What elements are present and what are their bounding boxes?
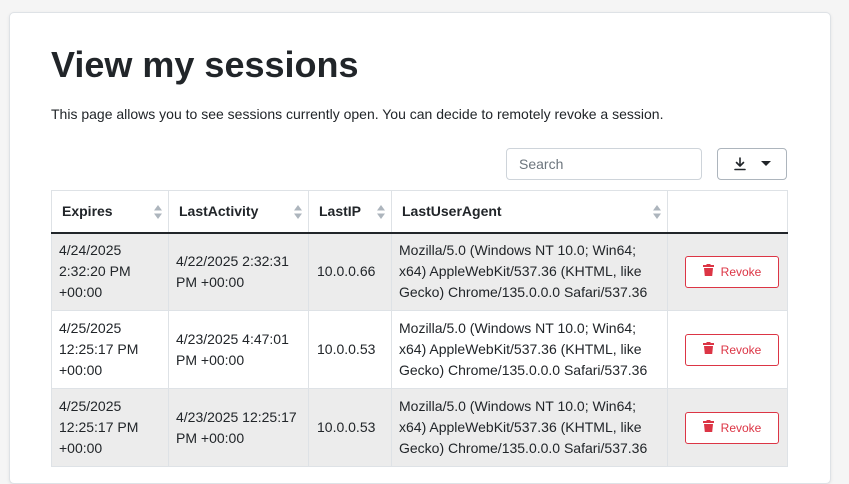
page-title: View my sessions — [51, 44, 359, 85]
cell-actions: Revoke — [667, 388, 788, 467]
cell-last-activity: 4/22/2025 2:32:31 PM +00:00 — [168, 232, 309, 311]
cell-actions: Revoke — [667, 232, 788, 311]
cell-expires: 4/25/2025 12:25:17 PM +00:00 — [51, 388, 169, 467]
table-row: 4/25/2025 12:25:17 PM +00:00 4/23/2025 1… — [51, 388, 788, 467]
cell-user-agent: Mozilla/5.0 (Windows NT 10.0; Win64; x64… — [391, 310, 668, 389]
cell-actions: Revoke — [667, 310, 788, 389]
sort-icon — [376, 204, 386, 223]
trash-icon — [702, 420, 714, 435]
column-header-expires[interactable]: Expires — [51, 190, 169, 234]
cell-last-ip: 10.0.0.53 — [308, 388, 392, 467]
cell-last-activity: 4/23/2025 12:25:17 PM +00:00 — [168, 388, 309, 467]
cell-last-activity: 4/23/2025 4:47:01 PM +00:00 — [168, 310, 309, 389]
column-header-actions — [667, 190, 788, 234]
revoke-label: Revoke — [720, 342, 762, 357]
column-header-last-user-agent[interactable]: LastUserAgent — [391, 190, 668, 234]
table-header-row: Expires LastActivity LastIP LastUserAgen… — [51, 190, 788, 234]
table-row: 4/24/2025 2:32:20 PM +00:00 4/22/2025 2:… — [51, 232, 788, 311]
cell-last-ip: 10.0.0.66 — [308, 232, 392, 311]
revoke-button[interactable]: Revoke — [685, 255, 779, 288]
sort-icon — [293, 204, 303, 223]
search-input[interactable] — [506, 148, 702, 180]
trash-icon — [702, 264, 714, 279]
export-dropdown-button[interactable] — [717, 148, 787, 180]
cell-user-agent: Mozilla/5.0 (Windows NT 10.0; Win64; x64… — [391, 388, 668, 467]
sort-icon — [652, 204, 662, 223]
sessions-table: Expires LastActivity LastIP LastUserAgen… — [51, 190, 788, 467]
page-intro: This page allows you to see sessions cur… — [51, 106, 664, 122]
trash-icon — [702, 342, 714, 357]
sort-icon — [153, 204, 163, 223]
column-label: LastActivity — [179, 203, 259, 220]
revoke-button[interactable]: Revoke — [685, 411, 779, 444]
cell-expires: 4/25/2025 12:25:17 PM +00:00 — [51, 310, 169, 389]
revoke-button[interactable]: Revoke — [685, 333, 779, 366]
column-label: LastUserAgent — [402, 203, 502, 220]
column-label: LastIP — [319, 203, 362, 220]
column-label: Expires — [62, 203, 113, 220]
download-icon — [733, 157, 747, 171]
column-header-last-ip[interactable]: LastIP — [308, 190, 392, 234]
revoke-label: Revoke — [720, 264, 762, 279]
cell-expires: 4/24/2025 2:32:20 PM +00:00 — [51, 232, 169, 311]
cell-last-ip: 10.0.0.53 — [308, 310, 392, 389]
caret-down-icon — [761, 161, 771, 167]
table-row: 4/25/2025 12:25:17 PM +00:00 4/23/2025 4… — [51, 310, 788, 389]
column-header-last-activity[interactable]: LastActivity — [168, 190, 309, 234]
cell-user-agent: Mozilla/5.0 (Windows NT 10.0; Win64; x64… — [391, 232, 668, 311]
revoke-label: Revoke — [720, 420, 762, 435]
